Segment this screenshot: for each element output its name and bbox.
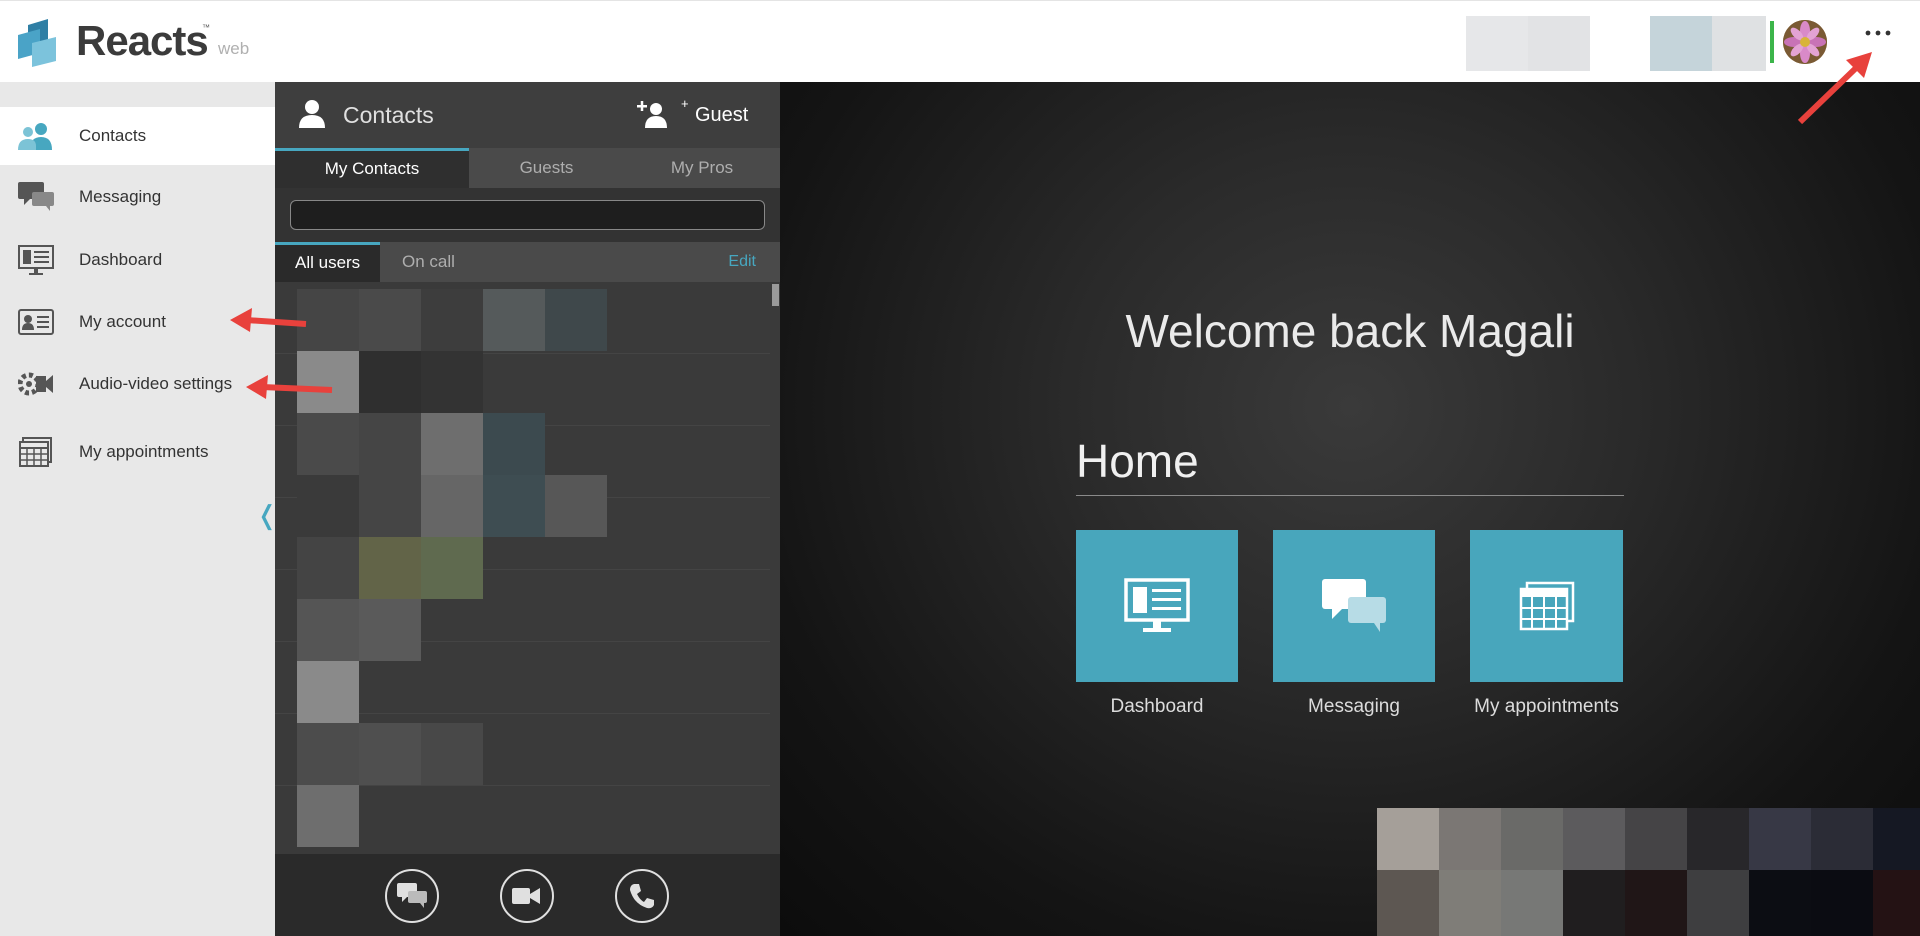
self-video-preview	[1377, 808, 1920, 936]
phone-call-button[interactable]	[615, 869, 669, 923]
contacts-panel-header: Contacts + Guest	[275, 82, 780, 148]
video-call-button[interactable]	[500, 869, 554, 923]
annotation-arrow-left-icon	[246, 375, 333, 399]
call-actions-bar	[275, 854, 780, 936]
annotation-arrow-up-right-icon	[1797, 52, 1872, 125]
home-tile-my-appointments[interactable]	[1470, 530, 1623, 682]
tab-guests[interactable]: Guests	[469, 148, 624, 188]
tab-my-contacts[interactable]: My Contacts	[275, 148, 469, 188]
contacts-search-input[interactable]	[290, 200, 765, 230]
plus-icon: +	[681, 96, 689, 111]
chat-icon	[397, 883, 427, 908]
main-content: Welcome back Magali Home Dashboard Messa…	[780, 82, 1920, 936]
sidebar-item-label: Dashboard	[79, 250, 163, 269]
sidebar-item-messaging[interactable]: Messaging	[0, 168, 275, 226]
blurred-header-info-2	[1650, 16, 1766, 71]
reacts-logo	[18, 19, 56, 67]
contacts-panel: Contacts + Guest My Contacts Guests My P…	[275, 82, 780, 936]
phone-icon	[630, 884, 654, 909]
chat-button[interactable]	[385, 869, 439, 923]
welcome-message: Welcome back Magali	[1125, 305, 1575, 357]
calendar-icon	[18, 437, 54, 467]
home-tile-dashboard[interactable]	[1076, 530, 1238, 682]
video-camera-icon	[512, 888, 540, 904]
ellipsis-icon	[1865, 30, 1891, 36]
subtab-all-users[interactable]: All users	[275, 242, 381, 282]
blurred-header-info-1	[1466, 16, 1590, 71]
contacts-scrollbar[interactable]	[772, 284, 779, 306]
contacts-list	[275, 282, 780, 854]
search-bar	[275, 188, 780, 242]
edit-link[interactable]: Edit	[728, 242, 756, 282]
left-sidebar: Contacts Messaging Dashboard My account …	[0, 82, 278, 936]
home-divider	[1076, 495, 1624, 496]
sidebar-item-my-appointments[interactable]: My appointments	[0, 423, 275, 481]
contacts-tabs: My Contacts Guests My Pros	[275, 148, 780, 188]
tile-label-my-appointments: My appointments	[1474, 696, 1619, 717]
panel-title: Contacts	[343, 102, 434, 128]
monitor-icon	[1124, 578, 1190, 632]
home-title: Home	[1076, 435, 1199, 487]
sidebar-item-label: My appointments	[79, 442, 209, 461]
user-filter-tabs: All users On call Edit	[275, 242, 780, 282]
tile-label-dashboard: Dashboard	[1110, 696, 1204, 717]
list-item[interactable]	[297, 289, 607, 849]
sidebar-item-label: Contacts	[79, 126, 147, 145]
calendar-icon	[1519, 581, 1574, 631]
tile-label-messaging: Messaging	[1308, 696, 1400, 717]
home-tile-messaging[interactable]	[1273, 530, 1435, 682]
subtab-on-call[interactable]: On call	[402, 242, 455, 282]
sidebar-item-label: My account	[79, 312, 166, 331]
annotation-arrow-left-icon	[230, 308, 307, 332]
person-icon	[299, 100, 325, 128]
monitor-icon	[18, 245, 54, 275]
av-settings-icon	[18, 369, 54, 399]
sidebar-item-audio-video-settings[interactable]: Audio-video settings	[0, 355, 275, 413]
sidebar-item-contacts[interactable]: Contacts	[0, 107, 275, 165]
chat-icon	[18, 182, 54, 212]
contacts-icon	[18, 121, 54, 151]
sidebar-item-label: Audio-video settings	[79, 374, 233, 393]
brand-subtitle: web	[218, 39, 250, 58]
add-person-icon	[637, 101, 667, 128]
id-card-icon	[18, 307, 54, 337]
brand-name: Reacts	[76, 17, 209, 64]
sidebar-item-dashboard[interactable]: Dashboard	[0, 231, 275, 289]
top-header: Reacts ™ web	[0, 0, 1920, 82]
chat-icon	[1322, 579, 1386, 632]
guest-label: Guest	[695, 104, 749, 126]
sidebar-item-label: Messaging	[79, 187, 162, 206]
add-guest-button[interactable]: + Guest	[637, 96, 767, 136]
online-status-indicator	[1770, 21, 1774, 63]
brand-trademark: ™	[202, 23, 210, 32]
tab-my-pros[interactable]: My Pros	[624, 148, 780, 188]
